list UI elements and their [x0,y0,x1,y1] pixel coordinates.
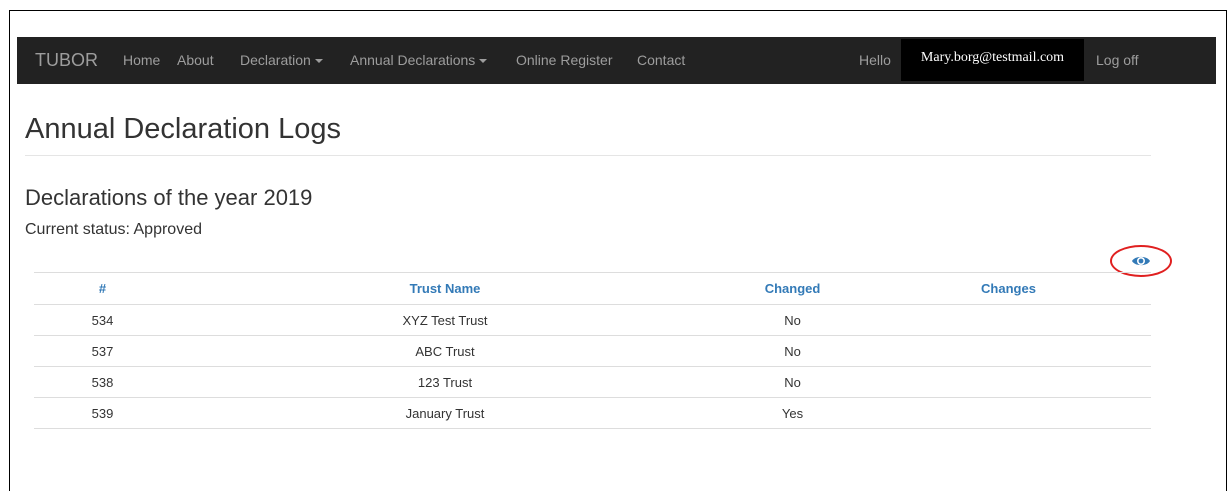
eye-icon [1132,256,1150,266]
cell-changed: Yes [719,397,866,429]
cell-trust-name: 123 Trust [171,366,719,398]
cell-trust-name: XYZ Test Trust [171,304,719,336]
nav-declaration-dropdown[interactable]: Declaration [240,37,323,84]
user-email: Mary.borg@testmail.com [920,50,1065,65]
nav-annual-declarations-label: Annual Declarations [350,52,476,68]
cell-changed: No [719,304,866,336]
nav-about[interactable]: About [177,37,214,84]
cell-changed: No [719,366,866,398]
current-status: Current status: Approved [25,221,202,238]
caret-down-icon [479,59,488,64]
nav-contact[interactable]: Contact [637,37,685,84]
cell-trust-name: January Trust [171,397,719,429]
top-navbar: TUBOR Home About Declaration Annual Decl… [17,37,1216,84]
nav-annual-declarations-dropdown[interactable]: Annual Declarations [350,37,488,84]
table-row: 539 January Trust Yes [34,397,1151,429]
logoff-link[interactable]: Log off [1096,37,1139,84]
column-header-changes[interactable]: Changes [866,272,1151,305]
table-row: 537 ABC Trust No [34,335,1151,367]
table-row: 534 XYZ Test Trust No [34,304,1151,336]
column-header-number[interactable]: # [34,272,171,305]
nav-online-register[interactable]: Online Register [516,37,613,84]
cell-trust-name: ABC Trust [171,335,719,367]
title-divider [25,155,1151,156]
cell-id: 539 [34,397,171,429]
caret-down-icon [314,59,323,64]
cell-id: 537 [34,335,171,367]
cell-changes [866,397,1151,429]
section-title: Declarations of the year 2019 [25,185,313,210]
nav-declaration-label: Declaration [240,52,311,68]
nav-greeting[interactable]: Hello [859,37,891,84]
nav-home[interactable]: Home [123,37,160,84]
cell-changes [866,304,1151,336]
brand-link[interactable]: TUBOR [35,37,98,84]
column-header-changed[interactable]: Changed [719,272,866,305]
cell-changes [866,366,1151,398]
declarations-table: # Trust Name Changed Changes 534 XYZ Tes… [34,272,1151,429]
cell-changes [866,335,1151,367]
page-title: Annual Declaration Logs [25,113,341,145]
cell-id: 538 [34,366,171,398]
cell-id: 534 [34,304,171,336]
table-row: 538 123 Trust No [34,366,1151,398]
cell-changed: No [719,335,866,367]
table-header-row: # Trust Name Changed Changes [34,272,1151,305]
user-email-redaction: Mary.borg@testmail.com [901,39,1084,81]
column-header-trust-name[interactable]: Trust Name [171,272,719,305]
